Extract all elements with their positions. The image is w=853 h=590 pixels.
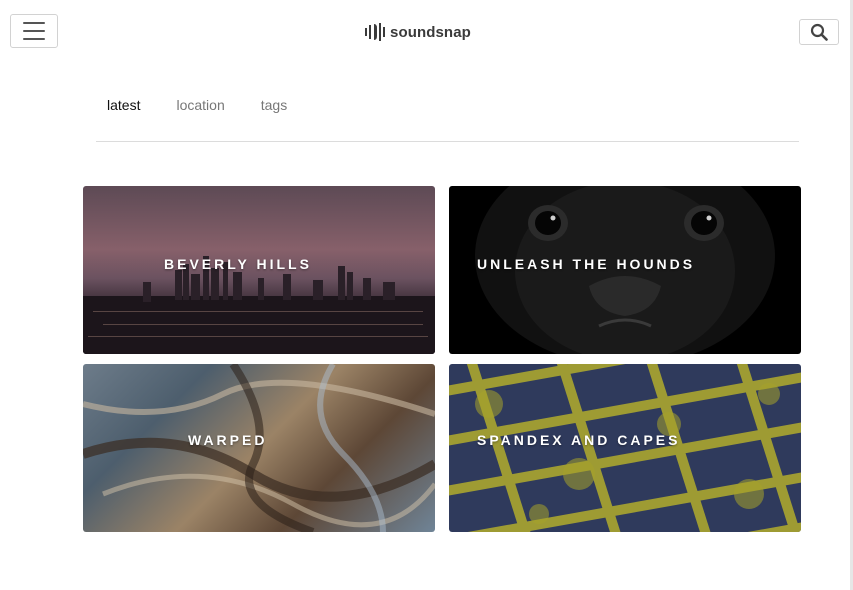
card-spandex-and-capes[interactable]: SPANDEX AND CAPES <box>449 364 801 532</box>
warped-wood-image <box>83 364 435 532</box>
hamburger-icon <box>23 22 45 24</box>
soundsnap-logo-icon <box>365 23 385 41</box>
tab-latest[interactable]: latest <box>107 97 140 113</box>
logo[interactable]: soundsnap <box>364 21 471 43</box>
card-unleash-the-hounds[interactable]: UNLEASH THE HOUNDS <box>449 186 801 354</box>
search-icon <box>810 23 828 41</box>
brand-name: soundsnap <box>390 23 471 41</box>
tab-divider <box>96 141 799 142</box>
tab-location[interactable]: location <box>176 97 224 113</box>
menu-button[interactable] <box>10 14 58 48</box>
card-title: BEVERLY HILLS <box>164 256 312 272</box>
card-beverly-hills[interactable]: BEVERLY HILLS <box>83 186 435 354</box>
card-title: UNLEASH THE HOUNDS <box>477 256 696 272</box>
comic-pattern-image <box>449 364 801 532</box>
search-button[interactable] <box>799 19 839 45</box>
card-title: SPANDEX AND CAPES <box>477 432 681 448</box>
card-warped[interactable]: WARPED <box>83 364 435 532</box>
tab-bar: latest location tags <box>107 97 323 113</box>
card-title: WARPED <box>188 432 268 448</box>
tab-tags[interactable]: tags <box>261 97 287 113</box>
